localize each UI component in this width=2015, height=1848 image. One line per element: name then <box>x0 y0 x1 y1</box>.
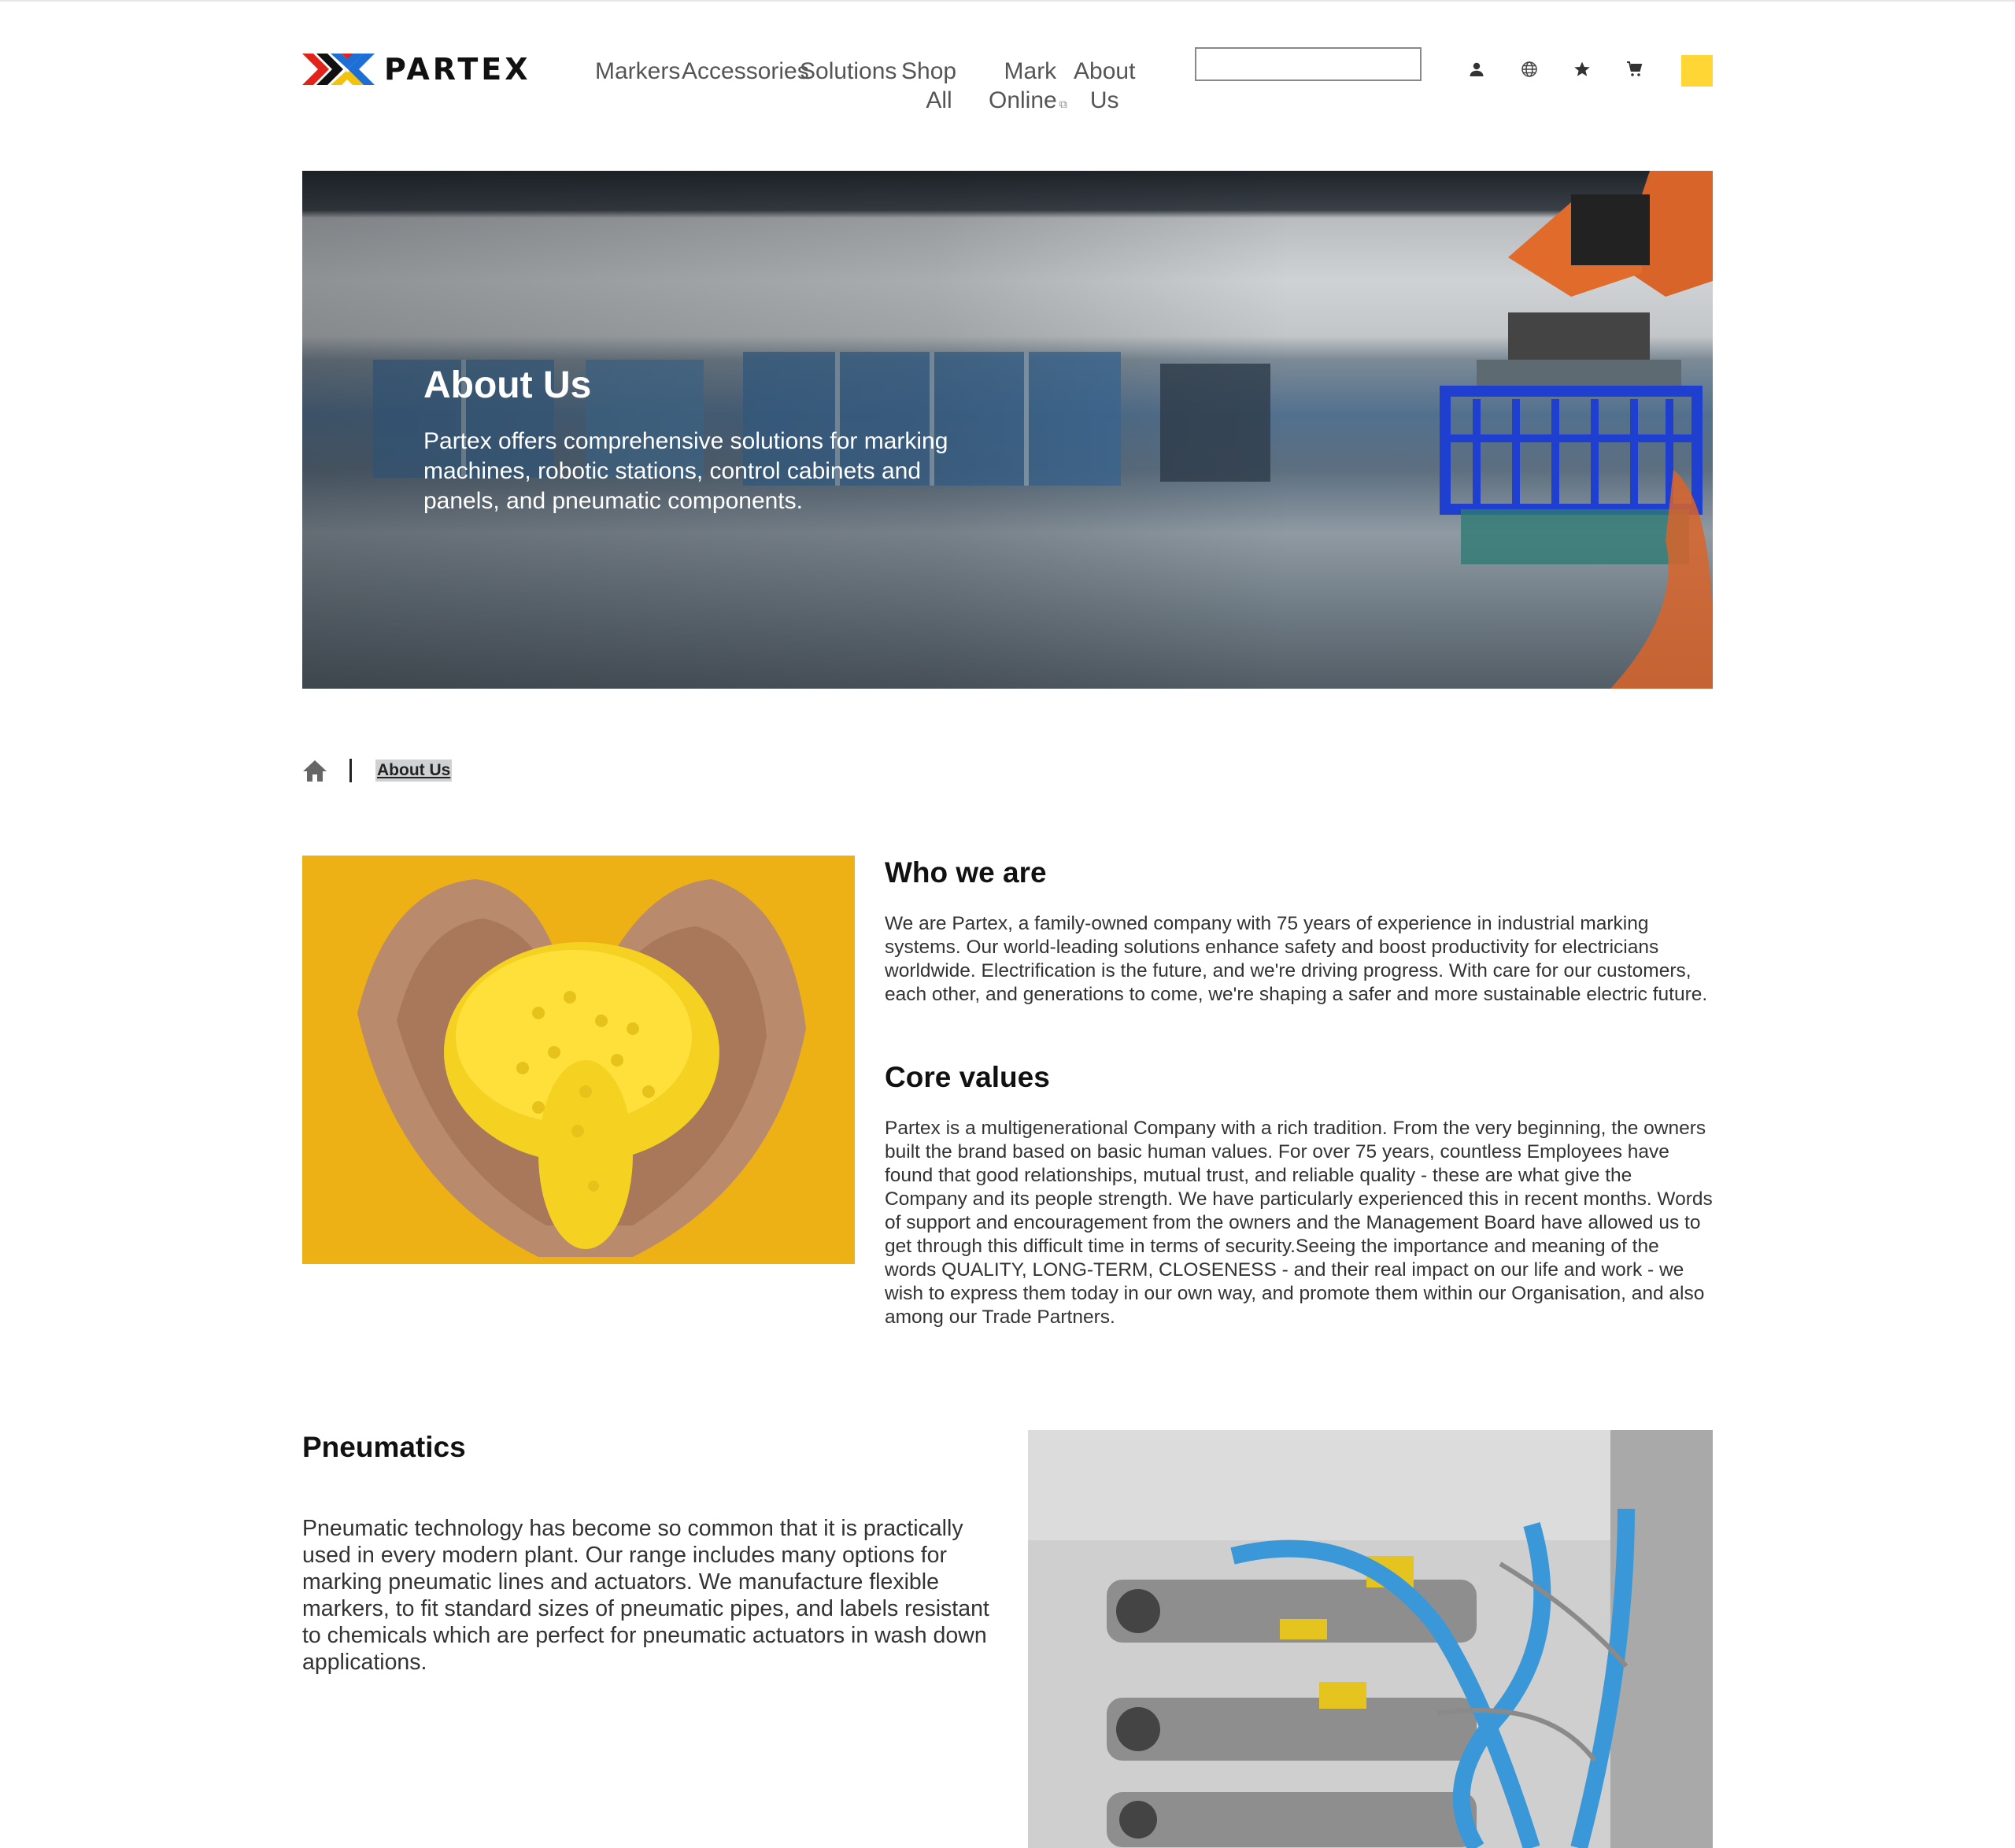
nav-mark-online-line1: Mark <box>1004 58 1057 84</box>
menu-accent-button[interactable] <box>1681 55 1713 87</box>
who-we-are-text: We are Partex, a family-owned company wi… <box>885 913 1708 1005</box>
pneumatic-actuators-image <box>1028 1430 1713 1848</box>
breadcrumb-current[interactable]: About Us <box>375 760 453 782</box>
robot-gripper-image <box>1440 171 1713 689</box>
nav-about-us-line2: Us <box>1089 87 1119 113</box>
hero-description: Partex offers comprehensive solutions fo… <box>423 428 948 514</box>
nav-solutions-label: Solutions <box>800 58 897 84</box>
nav-accessories-label: Accessories <box>682 58 809 84</box>
nav-accessories[interactable]: Accessories <box>682 57 809 86</box>
nav-markers[interactable]: Markers <box>595 57 680 86</box>
nav-mark-online[interactable]: Mark Online ⧉ <box>989 57 1067 119</box>
partex-logo-mark-icon <box>302 54 375 85</box>
hero-banner: About Us Partex offers comprehensive sol… <box>302 171 1713 689</box>
pneumatics-illustration <box>1028 1430 1713 1848</box>
home-icon[interactable] <box>302 759 327 782</box>
nav-shop-all-line1: Shop <box>901 58 957 84</box>
pneumatics-text: Pneumatic technology has become so commo… <box>302 1516 989 1675</box>
nav-shop-all-line2: All <box>926 87 952 113</box>
who-we-are-heading: Who we are <box>885 856 1047 889</box>
breadcrumb-separator <box>349 759 352 782</box>
cart-icon[interactable] <box>1621 55 1649 83</box>
nav-shop-all[interactable]: Shop All <box>901 57 956 115</box>
site-header: PARTEX Markers Accessories Solutions Sho… <box>302 44 1713 131</box>
search-input[interactable] <box>1195 47 1422 81</box>
nav-markers-label: Markers <box>595 58 681 84</box>
pneumatics-heading: Pneumatics <box>302 1431 466 1463</box>
core-values-text: Partex is a multigenerational Company wi… <box>885 1118 1713 1328</box>
yellow-granules-image <box>302 856 855 1264</box>
core-values-heading: Core values <box>885 1061 1050 1093</box>
nav-about-us-line1: About <box>1074 58 1136 84</box>
external-link-icon: ⧉ <box>1059 98 1067 110</box>
globe-icon[interactable] <box>1515 55 1544 83</box>
nav-solutions[interactable]: Solutions <box>800 57 897 86</box>
nav-mark-online-line2: Online <box>989 87 1057 113</box>
partex-logo[interactable]: PARTEX <box>302 52 562 87</box>
top-border <box>0 0 2015 2</box>
nav-about-us[interactable]: About Us <box>1074 57 1135 115</box>
breadcrumb: About Us <box>302 757 453 784</box>
hero-title: About Us <box>423 364 592 406</box>
star-icon[interactable] <box>1568 55 1596 83</box>
granules-illustration <box>302 856 855 1264</box>
logo-wordmark: PARTEX <box>384 52 531 87</box>
user-icon[interactable] <box>1462 55 1491 83</box>
